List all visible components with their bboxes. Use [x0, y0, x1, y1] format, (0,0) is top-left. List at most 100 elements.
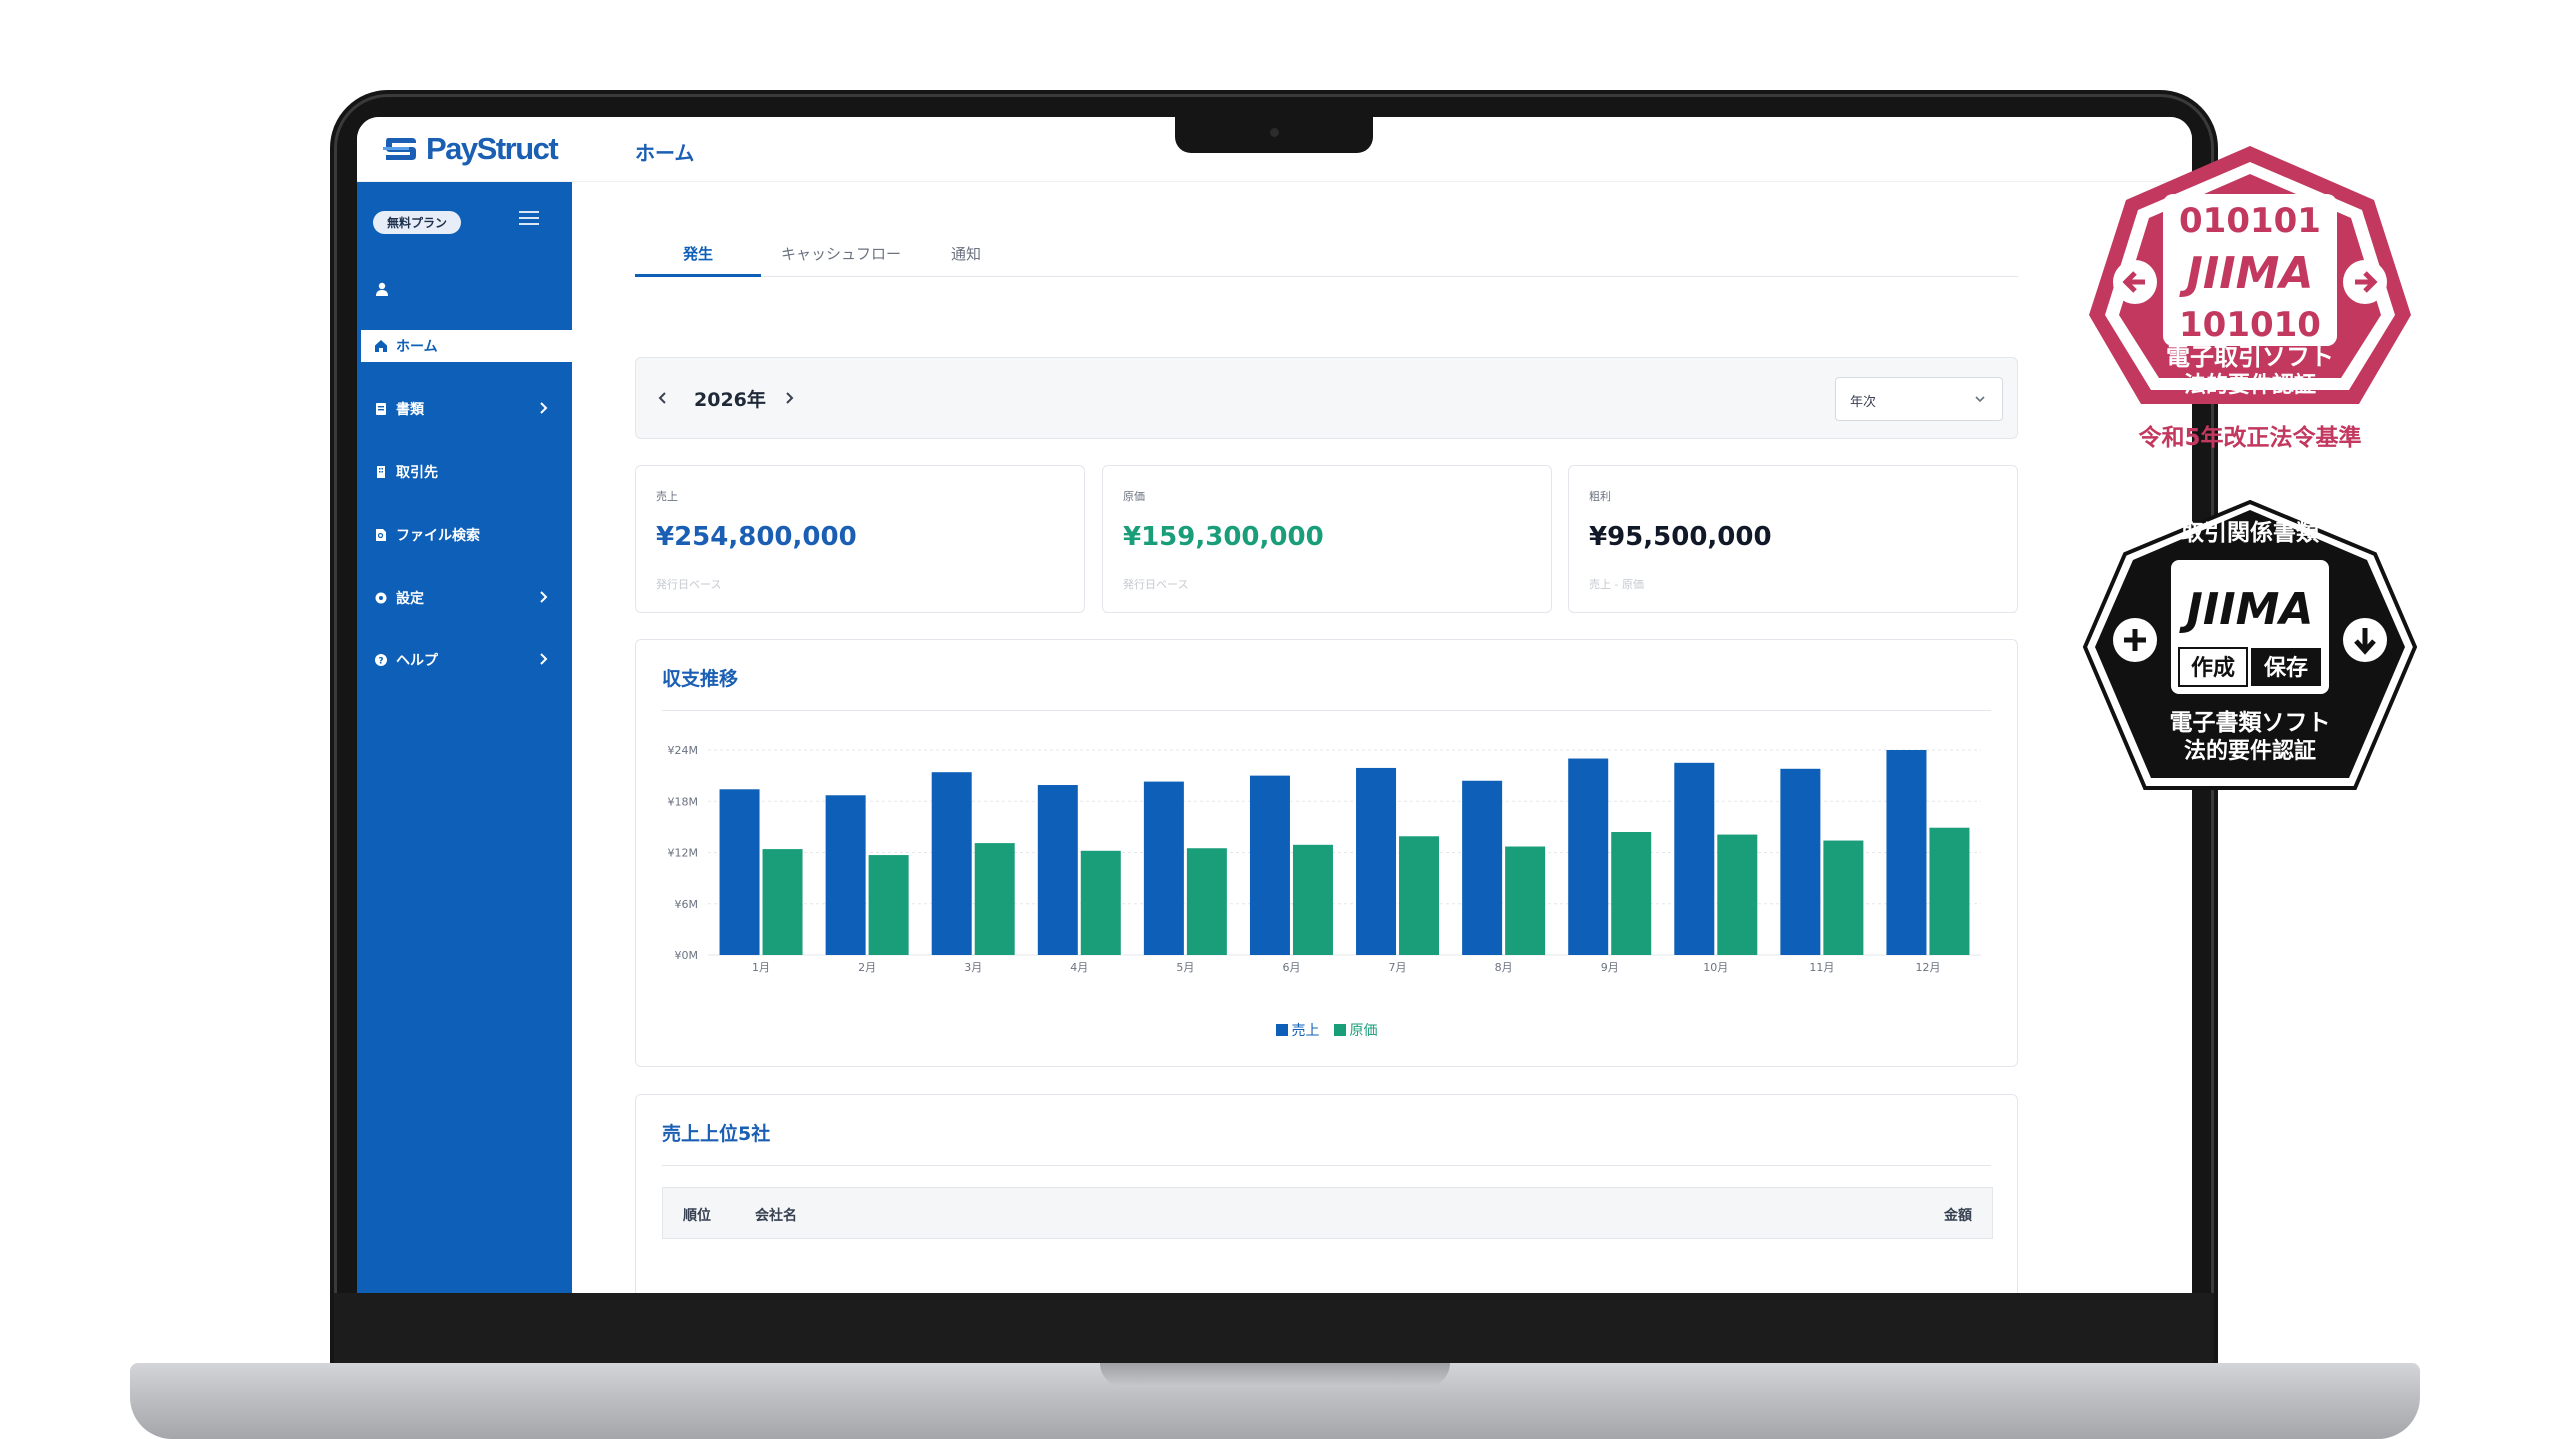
- tab-cashflow[interactable]: キャッシュフロー: [761, 232, 921, 277]
- jiima-electronic-document-badge: 取引関係書類 JIIMA 作成 保存 電子書類ソフト 法的要件認証: [2082, 499, 2418, 790]
- y-tick-label: ¥6M: [675, 898, 699, 911]
- kpi-subtext: 発行日ベース: [1123, 578, 1189, 591]
- app-logo-text: PayStruct: [426, 131, 559, 166]
- sidebar-item-documents[interactable]: 書類: [357, 393, 572, 425]
- sidebar: 無料プラン ホーム 書類 取引先 ファイル検索 設定 ? ヘルプ: [357, 182, 572, 1293]
- x-tick-label: 4月: [1070, 961, 1088, 974]
- kpi-label: 原価: [1123, 490, 1145, 503]
- x-tick-label: 2月: [858, 961, 876, 974]
- x-tick-label: 12月: [1915, 961, 1940, 974]
- legend-swatch: [1333, 1024, 1346, 1036]
- bar-sales[interactable]: [1356, 767, 1397, 955]
- chevron-left-icon[interactable]: [656, 389, 670, 407]
- bar-cost[interactable]: [1399, 836, 1440, 955]
- badge-tag-store: 保存: [2263, 655, 2308, 681]
- bar-cost[interactable]: [1929, 827, 1970, 955]
- chevron-right-icon[interactable]: [782, 389, 796, 407]
- top-clients-title: 売上上位5社: [662, 1123, 771, 1145]
- kpi-subtext: 売上 - 原価: [1589, 578, 1644, 591]
- tab-accrual[interactable]: 発生: [635, 232, 761, 277]
- column-header-amount[interactable]: 金額: [1944, 1205, 1972, 1225]
- chart-legend: 売上 原価: [636, 1020, 2017, 1040]
- bar-sales[interactable]: [1780, 768, 1821, 955]
- hamburger-menu-icon[interactable]: [519, 210, 539, 226]
- tab-notifications[interactable]: 通知: [921, 232, 1011, 277]
- user-icon[interactable]: [375, 282, 389, 296]
- bar-sales[interactable]: [1037, 785, 1078, 955]
- chevron-right-icon: [540, 653, 548, 665]
- column-header-company[interactable]: 会社名: [755, 1205, 797, 1225]
- legend-label: 原価: [1349, 1023, 1378, 1039]
- bar-cost[interactable]: [1292, 844, 1333, 955]
- bar-sales[interactable]: [1886, 750, 1927, 955]
- sidebar-item-label: 書類: [396, 402, 424, 418]
- legend-item-cost[interactable]: 原価: [1333, 1020, 1378, 1040]
- bar-sales[interactable]: [719, 789, 760, 955]
- x-tick-label: 5月: [1176, 961, 1194, 974]
- kpi-value: ¥159,300,000: [1123, 522, 1324, 552]
- sidebar-item-label: 設定: [396, 591, 424, 607]
- plan-badge[interactable]: 無料プラン: [373, 211, 462, 234]
- sidebar-item-settings[interactable]: 設定: [357, 582, 572, 614]
- bar-cost[interactable]: [1717, 834, 1758, 955]
- table-header: 順位 会社名 金額: [662, 1187, 1993, 1239]
- bar-cost[interactable]: [974, 843, 1015, 955]
- camera-lens: [1270, 128, 1279, 137]
- sidebar-item-label: 取引先: [396, 465, 438, 481]
- file-search-icon: [376, 529, 386, 541]
- laptop-bottom-bezel: [334, 1293, 2214, 1363]
- badge-line2: 法的要件認証: [2184, 372, 2316, 398]
- bar-cost[interactable]: [1505, 846, 1546, 955]
- column-header-rank[interactable]: 順位: [683, 1205, 711, 1225]
- paystruct-logo-icon: [383, 138, 416, 160]
- x-tick-label: 9月: [1601, 961, 1619, 974]
- income-expense-chart-panel: 収支推移 ¥0M ¥6M ¥12M ¥18M ¥24M 1月 2月 3月 4月 5月 6月 7月 8月 9…: [635, 639, 2018, 1067]
- bar-sales[interactable]: [1143, 781, 1184, 955]
- x-tick-label: 11月: [1809, 961, 1834, 974]
- kpi-card-gross-profit: 粗利 ¥95,500,000 売上 - 原価: [1568, 465, 2018, 613]
- help-icon: ?: [375, 654, 387, 667]
- chevron-right-icon: [540, 402, 548, 414]
- bar-sales[interactable]: [1462, 780, 1503, 955]
- sidebar-item-help[interactable]: ? ヘルプ: [357, 644, 572, 676]
- sidebar-item-clients[interactable]: 取引先: [357, 456, 572, 488]
- divider: [662, 1165, 1991, 1166]
- bar-cost[interactable]: [1186, 848, 1227, 955]
- period-selector-bar: 2026年 年次: [635, 357, 2018, 439]
- bar-sales[interactable]: [1568, 758, 1609, 955]
- legend-item-sales[interactable]: 売上: [1275, 1020, 1320, 1040]
- bar-sales[interactable]: [825, 795, 866, 955]
- bar-sales[interactable]: [1674, 762, 1715, 955]
- kpi-label: 粗利: [1589, 490, 1611, 503]
- home-icon: [375, 340, 387, 352]
- bar-cost[interactable]: [868, 855, 909, 955]
- x-tick-label: 7月: [1389, 961, 1407, 974]
- bar-cost[interactable]: [1611, 832, 1652, 955]
- sidebar-item-home[interactable]: ホーム: [357, 330, 572, 362]
- building-icon: [377, 466, 385, 478]
- badge-caption: 令和5年改正法令基準: [2138, 424, 2361, 451]
- sidebar-item-label: ファイル検索: [396, 528, 480, 544]
- badge-tag-create: 作成: [2191, 656, 2235, 681]
- period-select-value: 年次: [1850, 395, 1877, 410]
- sidebar-item-label: ホーム: [396, 339, 438, 355]
- bar-cost[interactable]: [762, 849, 803, 955]
- sidebar-item-file-search[interactable]: ファイル検索: [357, 519, 572, 551]
- kpi-value: ¥95,500,000: [1589, 522, 1772, 552]
- page-title: ホーム: [635, 141, 695, 165]
- top-clients-panel: 売上上位5社 順位 会社名 金額: [635, 1094, 2018, 1293]
- y-tick-label: ¥0M: [675, 949, 699, 962]
- y-tick-label: ¥24M: [668, 744, 699, 757]
- bar-sales[interactable]: [1249, 775, 1290, 955]
- period-granularity-select[interactable]: 年次: [1835, 377, 2003, 421]
- bar-cost[interactable]: [1823, 840, 1864, 955]
- kpi-card-sales: 売上 ¥254,800,000 発行日ベース: [635, 465, 1085, 613]
- bar-sales[interactable]: [931, 772, 972, 955]
- app-logo[interactable]: PayStruct: [382, 131, 559, 167]
- badge-line1: 電子取引ソフト: [2166, 343, 2334, 371]
- y-tick-label: ¥18M: [668, 795, 699, 808]
- chevron-right-icon: [540, 591, 548, 603]
- laptop-screen: PayStruct ホーム 無料プラン ホーム 書類 取引先 ファイル検索 設定…: [357, 117, 2192, 1293]
- badge-code-top: 010101: [2179, 201, 2321, 241]
- bar-cost[interactable]: [1080, 850, 1121, 955]
